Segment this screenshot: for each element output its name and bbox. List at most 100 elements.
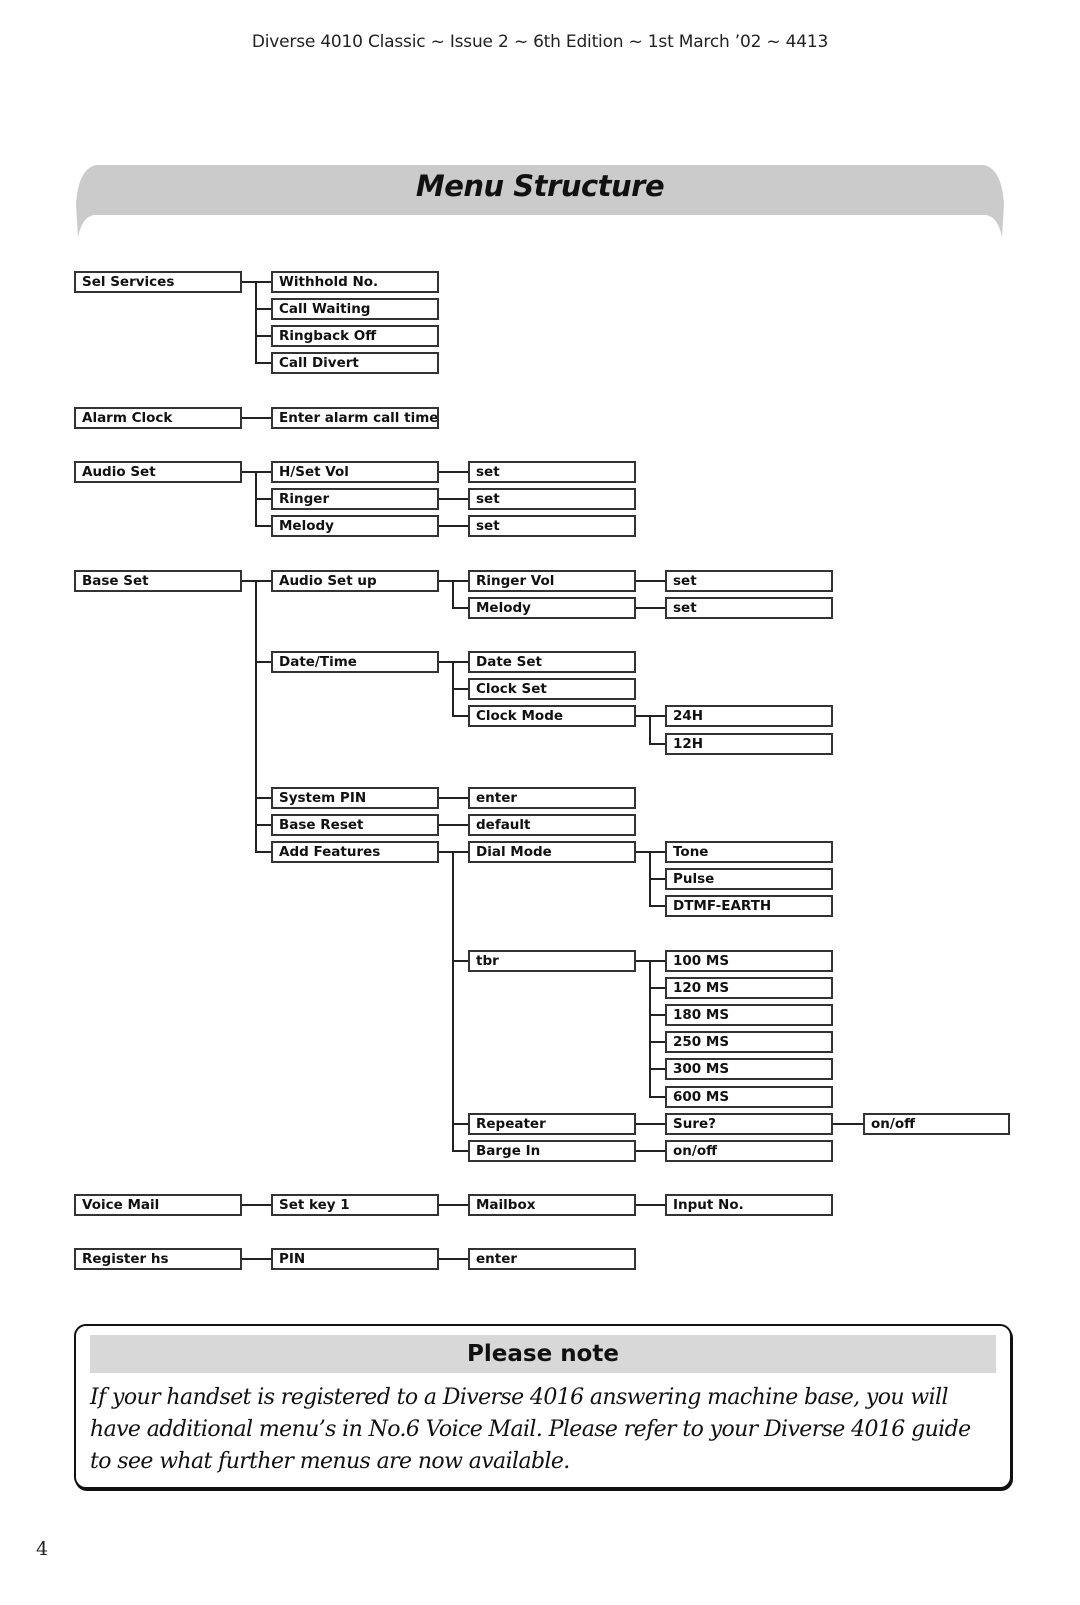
submenu-item: tbr bbox=[468, 949, 636, 972]
connector-branch bbox=[649, 959, 665, 962]
submenu-item: enter bbox=[468, 786, 636, 809]
connector-branch bbox=[452, 579, 468, 582]
submenu-item: Sure? bbox=[665, 1112, 833, 1135]
connector-line bbox=[439, 471, 452, 474]
submenu-item: DTMF-EARTH bbox=[665, 895, 833, 918]
submenu-item: Ringer bbox=[271, 488, 439, 511]
submenu-item: 12H bbox=[665, 732, 833, 755]
connector-line bbox=[242, 579, 255, 582]
connector-line bbox=[636, 606, 649, 609]
connector-branch bbox=[255, 335, 271, 338]
connector-branch bbox=[255, 498, 271, 501]
submenu-item: Repeater bbox=[468, 1112, 636, 1135]
submenu-item: Clock Mode bbox=[468, 705, 636, 728]
connector-branch bbox=[255, 281, 271, 283]
submenu-item: Date Set bbox=[468, 651, 636, 674]
connector-branch bbox=[649, 986, 665, 989]
submenu-item: Dial Mode bbox=[468, 841, 636, 864]
connector-branch bbox=[452, 824, 468, 826]
submenu-item: Audio Set up bbox=[271, 569, 439, 592]
connector-branch bbox=[255, 1204, 271, 1207]
submenu-item: set bbox=[665, 569, 833, 592]
connector-line bbox=[439, 498, 452, 501]
connector-line bbox=[636, 579, 649, 582]
note-box: Please note If your handset is registere… bbox=[74, 1324, 1012, 1489]
connector-line bbox=[439, 579, 452, 582]
connector-branch bbox=[649, 851, 665, 854]
submenu-item: Date/Time bbox=[271, 651, 439, 674]
submenu-item: Base Reset bbox=[271, 814, 439, 836]
connector-branch bbox=[255, 796, 271, 799]
submenu-item: 300 MS bbox=[665, 1058, 833, 1081]
menu-item: Sel Services bbox=[74, 271, 242, 293]
connector-line bbox=[242, 416, 255, 419]
submenu-item: set bbox=[665, 596, 833, 619]
connector-line bbox=[439, 851, 452, 854]
submenu-item: Pulse bbox=[665, 868, 833, 891]
connector-branch bbox=[452, 525, 468, 528]
connector-line bbox=[439, 525, 452, 528]
connector-trunk bbox=[452, 579, 454, 609]
connector-line bbox=[636, 959, 649, 962]
connector-branch bbox=[452, 959, 468, 962]
submenu-item: H/Set Vol bbox=[271, 461, 439, 484]
connector-branch bbox=[649, 1041, 665, 1044]
connector-line bbox=[439, 661, 452, 664]
connector-trunk bbox=[649, 715, 651, 745]
connector-branch bbox=[452, 1149, 468, 1152]
connector-branch bbox=[649, 1204, 665, 1207]
submenu-item: Clock Set bbox=[468, 678, 636, 701]
menu-item: Voice Mail bbox=[74, 1194, 242, 1217]
connector-line bbox=[242, 471, 255, 474]
connector-line bbox=[242, 1258, 255, 1261]
connector-branch bbox=[452, 661, 468, 664]
menu-item: Alarm Clock bbox=[74, 406, 242, 429]
connector-branch bbox=[255, 661, 271, 664]
connector-line bbox=[636, 1204, 649, 1207]
submenu-item: Call Divert bbox=[271, 352, 439, 375]
connector-branch bbox=[649, 1095, 665, 1098]
submenu-item: System PIN bbox=[271, 786, 439, 809]
connector-line bbox=[242, 281, 255, 283]
submenu-item: 24H bbox=[665, 705, 833, 728]
connector-branch bbox=[255, 579, 271, 582]
note-text: If your handset is registered to a Diver… bbox=[90, 1385, 971, 1474]
submenu-item: Ringer Vol bbox=[468, 569, 636, 592]
connector-line bbox=[833, 1122, 847, 1125]
connector-branch bbox=[255, 362, 271, 365]
connector-branch bbox=[649, 1149, 665, 1152]
connector-line bbox=[439, 824, 452, 826]
submenu-item: Barge In bbox=[468, 1139, 636, 1162]
connector-branch bbox=[847, 1122, 863, 1125]
connector-branch bbox=[452, 1122, 468, 1125]
connector-branch bbox=[255, 824, 271, 826]
connector-branch bbox=[452, 1258, 468, 1261]
submenu-item: Melody bbox=[468, 596, 636, 619]
submenu-item: set bbox=[468, 515, 636, 538]
submenu-item: on/off bbox=[863, 1112, 1010, 1135]
submenu-item: default bbox=[468, 814, 636, 836]
note-heading: Please note bbox=[90, 1335, 996, 1373]
submenu-item: set bbox=[468, 461, 636, 484]
connector-branch bbox=[649, 579, 665, 582]
connector-line bbox=[636, 1122, 649, 1125]
submenu-item: Tone bbox=[665, 841, 833, 864]
connector-branch bbox=[452, 796, 468, 799]
connector-branch bbox=[649, 905, 665, 908]
connector-branch bbox=[452, 715, 468, 718]
submenu-item: PIN bbox=[271, 1248, 439, 1271]
connector-branch bbox=[452, 498, 468, 501]
submenu-item: Call Waiting bbox=[271, 298, 439, 321]
submenu-item: 250 MS bbox=[665, 1031, 833, 1054]
connector-trunk bbox=[255, 579, 257, 854]
submenu-item: Set key 1 bbox=[271, 1194, 439, 1217]
connector-line bbox=[439, 796, 452, 799]
connector-trunk bbox=[649, 959, 651, 1098]
connector-branch bbox=[255, 851, 271, 854]
submenu-item: Input No. bbox=[665, 1194, 833, 1217]
submenu-item: 180 MS bbox=[665, 1004, 833, 1027]
connector-branch bbox=[452, 688, 468, 691]
connector-line bbox=[636, 851, 649, 854]
connector-branch bbox=[649, 715, 665, 718]
connector-trunk bbox=[452, 851, 454, 1152]
